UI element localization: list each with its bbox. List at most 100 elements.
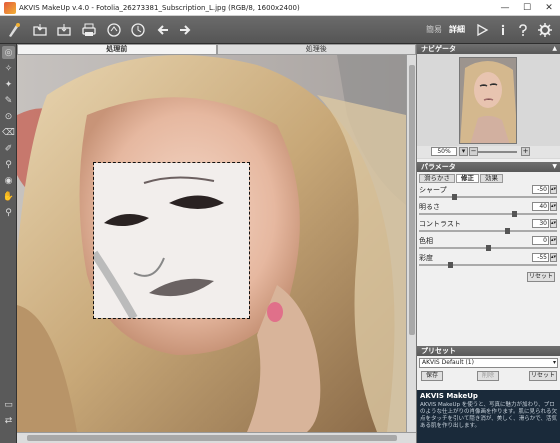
selection-tool-icon[interactable]: ◎ xyxy=(2,46,15,59)
main-toolbar: 簡易 詳細 xyxy=(0,16,560,44)
horizontal-scrollbar[interactable] xyxy=(17,432,416,443)
dropper-icon[interactable]: ⚲ xyxy=(2,158,15,171)
eye-icon[interactable]: ◉ xyxy=(2,174,15,187)
preset-select[interactable]: AKVIS Default (1) ▾ xyxy=(419,358,558,368)
hand-icon[interactable]: ✋ xyxy=(2,190,15,203)
param-row: 彩度 -55 ▴▾ xyxy=(419,253,559,270)
window-controls: — ☐ ✕ xyxy=(494,0,560,16)
info-icon[interactable] xyxy=(493,20,513,40)
sparkle-brush-icon[interactable]: ✧ xyxy=(2,62,15,75)
maximize-button[interactable]: ☐ xyxy=(516,0,538,16)
navigator-thumbnail[interactable] xyxy=(459,57,517,144)
param-value[interactable]: 40 xyxy=(532,202,549,211)
color-swatch-icon[interactable]: ▭ xyxy=(2,398,15,411)
open-file-icon[interactable] xyxy=(30,20,50,40)
navigator-panel: 50% ▾ − + xyxy=(417,54,560,159)
spin-arrows-icon[interactable]: ▴▾ xyxy=(550,185,557,194)
collapse-icon[interactable]: ▲ xyxy=(552,44,557,54)
zoom-row: 50% ▾ − + xyxy=(417,146,560,158)
zoom-value[interactable]: 50% xyxy=(431,147,457,156)
title-bar: AKVIS MakeUp v.4.0 - Fotolia_26273381_Su… xyxy=(0,0,560,16)
param-row: コントラスト 30 ▴▾ xyxy=(419,219,559,236)
brush-logo-icon xyxy=(4,20,24,40)
app-logo-icon xyxy=(4,1,16,14)
param-slider[interactable] xyxy=(419,230,557,232)
param-slider-knob[interactable] xyxy=(512,211,517,217)
help-icon[interactable] xyxy=(513,20,533,40)
zoom-slider[interactable] xyxy=(477,151,517,153)
close-button[interactable]: ✕ xyxy=(538,0,560,16)
param-slider-knob[interactable] xyxy=(486,245,491,251)
settings-gear-icon[interactable] xyxy=(535,20,555,40)
preset-reset-button[interactable]: リセット xyxy=(529,371,557,381)
eyedropper-icon[interactable]: ✐ xyxy=(2,142,15,155)
params-title: パラメータ xyxy=(421,163,456,171)
preset-selected-value: AKVIS Default (1) xyxy=(422,359,474,366)
tab-effects[interactable]: 効果 xyxy=(480,174,503,183)
tab-before[interactable]: 処理前 xyxy=(17,44,217,55)
vertical-scroll-thumb[interactable] xyxy=(409,65,415,335)
params-reset-button[interactable]: リセット xyxy=(527,272,555,282)
tab-after[interactable]: 処理後 xyxy=(216,44,416,55)
param-row: シャープ -50 ▴▾ xyxy=(419,185,559,202)
view-tabs: 処理前 処理後 xyxy=(17,44,416,55)
param-slider[interactable] xyxy=(419,213,557,215)
undo-arrow-icon[interactable] xyxy=(153,20,173,40)
param-label: コントラスト xyxy=(419,220,461,228)
collapse-icon[interactable]: ▼ xyxy=(552,162,557,172)
param-value[interactable]: 30 xyxy=(532,219,549,228)
mode-simple-button[interactable]: 簡易 xyxy=(426,24,442,35)
save-file-icon[interactable] xyxy=(54,20,74,40)
mode-advanced-button[interactable]: 詳細 xyxy=(449,24,465,35)
spin-arrows-icon[interactable]: ▴▾ xyxy=(550,202,557,211)
selection-marquee[interactable] xyxy=(93,162,250,319)
right-panel: ナビゲータ ▲ 50% ▾ − + パラメータ ▼ 滑らかさ 修正 効果 シャー… xyxy=(416,44,560,443)
preset-delete-button[interactable]: 削除 xyxy=(477,371,499,381)
param-slider[interactable] xyxy=(419,264,557,266)
navigator-header[interactable]: ナビゲータ ▲ xyxy=(417,44,560,54)
zoom-dropdown-icon[interactable]: ▾ xyxy=(459,147,468,156)
spin-arrows-icon[interactable]: ▴▾ xyxy=(550,219,557,228)
presets-header[interactable]: プリセット xyxy=(417,346,560,356)
minimize-button[interactable]: — xyxy=(494,0,516,16)
param-value[interactable]: -50 xyxy=(532,185,549,194)
tab-correction[interactable]: 修正 xyxy=(456,174,479,183)
param-value[interactable]: -55 xyxy=(532,253,549,262)
info-text: AKVIS MakeUp を使うと、写真に魅力が加わり、プロのような仕上がりの肖… xyxy=(420,402,558,429)
param-slider[interactable] xyxy=(419,196,557,198)
window-title: AKVIS MakeUp v.4.0 - Fotolia_26273381_Su… xyxy=(19,3,300,12)
zoom-in-button[interactable]: + xyxy=(521,147,530,156)
param-slider-knob[interactable] xyxy=(505,228,510,234)
param-slider-knob[interactable] xyxy=(452,194,457,200)
pin-icon[interactable]: ✎ xyxy=(2,94,15,107)
zoom-icon[interactable]: ⚲ xyxy=(2,206,15,219)
batch-icon[interactable] xyxy=(128,20,148,40)
info-box: AKVIS MakeUp AKVIS MakeUp を使うと、写真に魅力が加わり… xyxy=(417,390,560,443)
preset-save-button[interactable]: 保存 xyxy=(421,371,443,381)
param-label: 彩度 xyxy=(419,254,433,262)
params-tabs: 滑らかさ 修正 効果 xyxy=(419,174,559,183)
navigator-title: ナビゲータ xyxy=(421,45,456,53)
run-play-icon[interactable] xyxy=(472,20,492,40)
share-icon[interactable] xyxy=(104,20,124,40)
vertical-scrollbar[interactable] xyxy=(406,55,416,432)
tab-smoothing[interactable]: 滑らかさ xyxy=(419,174,455,183)
eraser-icon[interactable]: ⌫ xyxy=(2,126,15,139)
lasso-icon[interactable]: ⊙ xyxy=(2,110,15,123)
chevron-down-icon: ▾ xyxy=(552,359,556,366)
param-value[interactable]: 0 xyxy=(532,236,549,245)
swap-colors-icon[interactable]: ⇄ xyxy=(2,414,15,427)
param-label: シャープ xyxy=(419,186,447,194)
param-label: 色相 xyxy=(419,237,433,245)
image-canvas[interactable] xyxy=(17,55,406,432)
spin-arrows-icon[interactable]: ▴▾ xyxy=(550,236,557,245)
params-header[interactable]: パラメータ ▼ xyxy=(417,162,560,172)
param-slider-knob[interactable] xyxy=(448,262,453,268)
param-row: 明るさ 40 ▴▾ xyxy=(419,202,559,219)
horizontal-scroll-thumb[interactable] xyxy=(27,435,397,441)
magic-wand-icon[interactable]: ✦ xyxy=(2,78,15,91)
spin-arrows-icon[interactable]: ▴▾ xyxy=(550,253,557,262)
param-label: 明るさ xyxy=(419,203,440,211)
print-icon[interactable] xyxy=(79,20,99,40)
redo-arrow-icon[interactable] xyxy=(175,20,195,40)
